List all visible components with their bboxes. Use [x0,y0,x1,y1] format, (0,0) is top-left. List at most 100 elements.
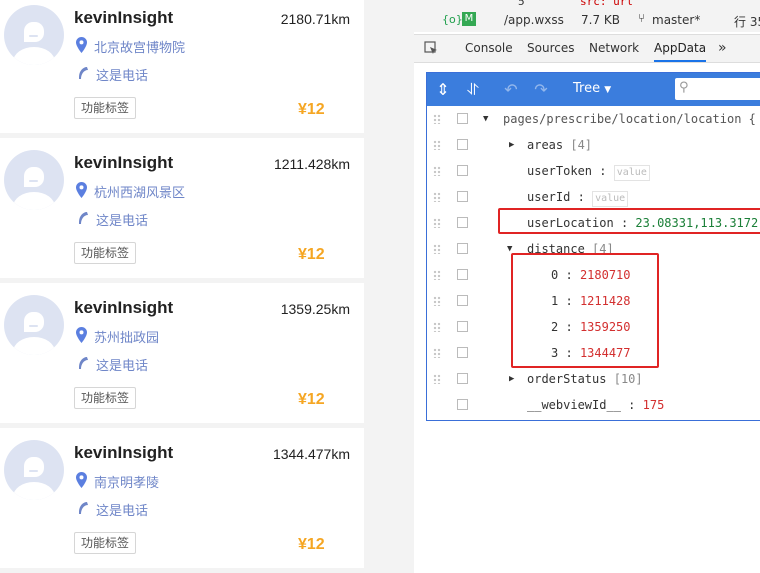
filter-input[interactable]: ⚲ [675,78,760,100]
phone-link[interactable]: 这是电话 [96,210,148,229]
phone-link[interactable]: 这是电话 [96,355,148,374]
collapse-all-icon[interactable]: ⥯ [463,80,483,100]
m-badge-icon: M [462,12,476,26]
collapsed-arrow-icon[interactable]: ▶ [509,374,514,384]
drag-handle-icon[interactable] [433,296,441,306]
highlight-box-distance [511,253,659,368]
editor-line-number: 5 [518,0,525,8]
location-pin-icon [76,327,87,343]
dropdown-icon: ▼ [604,85,612,95]
devtools: 5 src: url {o} M /app.wxss 7.7 KB ⑂ mast… [414,0,760,573]
file-size: 7.7 KB [581,13,620,27]
redo-icon[interactable]: ↷ [531,80,551,100]
drag-handle-icon[interactable] [433,244,441,254]
list-item[interactable]: kevinInsight 1211.428km 杭州西湖风景区 这是电话 功能标… [0,138,364,278]
distance-label: 1211.428km [273,156,350,172]
drag-handle-icon[interactable] [433,166,441,176]
location-link[interactable]: 苏州拙政园 [94,327,159,346]
phone-link[interactable]: 这是电话 [96,500,148,519]
phone-icon [79,502,88,514]
list-item[interactable]: kevinInsight 1359.25km 苏州拙政园 这是电话 功能标签 ¥… [0,283,364,423]
drag-handle-icon[interactable] [433,348,441,358]
value-placeholder[interactable]: value [592,191,629,207]
row-checkbox[interactable] [457,113,468,124]
price-label: ¥12 [298,536,325,553]
tab-console[interactable]: Console [465,35,513,62]
row-checkbox[interactable] [457,321,468,332]
feature-tag: 功能标签 [74,242,137,264]
drag-handle-icon[interactable] [433,114,441,124]
value-placeholder[interactable]: value [613,165,650,181]
tree-key: userId [527,190,571,204]
drag-handle-icon[interactable] [433,374,441,384]
expand-all-icon[interactable]: ⇕ [433,80,453,100]
undo-icon[interactable]: ↶ [501,80,521,100]
location-link[interactable]: 杭州西湖风景区 [94,182,185,201]
distance-label: 1344.477km [272,446,350,462]
appdata-panel: ⇕ ⥯ ↶ ↷ Tree ▼ ⚲ ▼ pages/prescribe/locat… [426,72,760,421]
tree-row-areas[interactable]: ▶ areas [4] [427,132,760,158]
wxml-icon: {o} [442,13,463,26]
feature-tag: 功能标签 [74,532,137,554]
avatar [4,295,64,355]
tabs-overflow-button[interactable]: » [718,35,727,62]
tree-value[interactable]: 175 [643,398,665,412]
feature-tag: 功能标签 [74,97,137,119]
tree-key: orderStatus [527,372,607,386]
tree-row-usertoken[interactable]: userToken : value [427,158,760,184]
avatar [4,150,64,210]
row-checkbox[interactable] [457,399,468,410]
view-mode-select[interactable]: Tree ▼ [573,81,611,96]
location-link[interactable]: 南京明孝陵 [94,472,159,491]
drag-handle-icon[interactable] [433,322,441,332]
user-name: kevinInsight [74,153,174,172]
location-link[interactable]: 北京故宫博物院 [94,37,185,56]
location-pin-icon [76,472,87,488]
drag-handle-icon[interactable] [433,270,441,280]
tab-appdata[interactable]: AppData [654,35,707,62]
row-checkbox[interactable] [457,347,468,358]
row-checkbox[interactable] [457,243,468,254]
row-checkbox[interactable] [457,269,468,280]
tree-row-orderstatus[interactable]: ▶ orderStatus [10] [427,366,760,392]
price-label: ¥12 [298,246,325,263]
drag-handle-icon[interactable] [433,192,441,202]
tree-row-webviewid[interactable]: __webviewId__ : 175 [427,392,760,418]
branch-name[interactable]: master* [652,13,700,27]
distance-label: 1359.25km [280,301,350,317]
line-info: 行 35 [734,15,760,29]
price-label: ¥12 [298,391,325,408]
file-name[interactable]: /app.wxss [504,13,564,27]
tree-row-userid[interactable]: userId : value [427,184,760,210]
price-label: ¥12 [298,101,325,118]
git-branch-icon: ⑂ [638,11,646,25]
row-checkbox[interactable] [457,165,468,176]
tree-count: [4] [570,138,593,152]
inspect-element-icon[interactable] [424,41,438,55]
tab-sources[interactable]: Sources [527,35,574,62]
phone-icon [79,357,88,369]
expanded-arrow-icon[interactable]: ▼ [483,114,488,124]
phone-link[interactable]: 这是电话 [96,65,148,84]
location-pin-icon [76,182,87,198]
row-checkbox[interactable] [457,217,468,228]
distance-label: 2180.71km [280,11,350,27]
drag-handle-icon[interactable] [433,218,441,228]
row-checkbox[interactable] [457,295,468,306]
row-checkbox[interactable] [457,139,468,150]
phone-icon [79,67,88,79]
avatar [4,5,64,65]
location-list: kevinInsight 2180.71km 北京故宫博物院 这是电话 功能标签… [0,0,364,573]
tree-row-root[interactable]: ▼ pages/prescribe/location/location { [427,106,760,132]
row-checkbox[interactable] [457,191,468,202]
appdata-toolbar: ⇕ ⥯ ↶ ↷ Tree ▼ ⚲ [427,73,760,106]
row-checkbox[interactable] [457,373,468,384]
list-item[interactable]: kevinInsight 2180.71km 北京故宫博物院 这是电话 功能标签… [0,0,364,140]
pane-divider [364,0,414,573]
highlight-box-userlocation [498,208,760,234]
tab-network[interactable]: Network [589,35,639,62]
feature-tag: 功能标签 [74,387,137,409]
list-item[interactable]: kevinInsight 1344.477km 南京明孝陵 这是电话 功能标签 … [0,428,364,568]
drag-handle-icon[interactable] [433,140,441,150]
collapsed-arrow-icon[interactable]: ▶ [509,140,514,150]
